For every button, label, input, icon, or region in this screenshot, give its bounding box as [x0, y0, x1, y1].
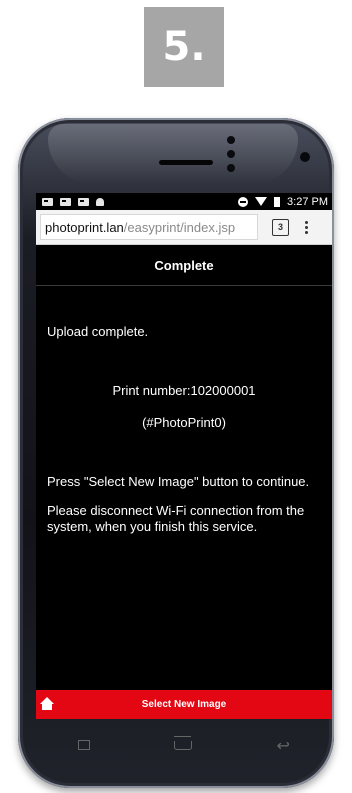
home-icon[interactable]: [40, 697, 55, 712]
status-time: 3:27 PM: [287, 195, 328, 208]
phone-glare: [48, 124, 298, 184]
url-field[interactable]: photoprint.lan/easyprint/index.jsp: [40, 214, 258, 240]
system-icons: 3:27 PM: [238, 196, 328, 208]
phone-speaker: [159, 160, 213, 165]
recent-apps-icon[interactable]: [78, 740, 91, 750]
print-number-text: Print number:102000001: [112, 383, 256, 398]
notification-icon: [60, 197, 71, 206]
notification-icon: [42, 197, 53, 206]
battery-icon: [274, 196, 281, 207]
front-camera: [300, 152, 310, 162]
overflow-menu-icon[interactable]: [305, 220, 308, 234]
url-host: photoprint.lan: [45, 219, 124, 235]
android-nav-bar: ↩: [36, 719, 332, 771]
nav-home-icon[interactable]: [174, 740, 193, 750]
url-path: /easyprint/index.jsp: [123, 219, 236, 235]
step-number-badge: 5.: [144, 7, 224, 87]
android-icon: [96, 197, 104, 206]
phone-screen: 3:27 PM photoprint.lan/easyprint/index.j…: [36, 193, 332, 719]
select-new-image-button[interactable]: Select New Image: [36, 690, 332, 719]
light-sensor: [227, 150, 235, 158]
back-icon[interactable]: ↩: [276, 736, 289, 755]
continue-instruction-text: Press "Select New Image" button to conti…: [47, 474, 310, 489]
wifi-icon: [255, 197, 268, 206]
notification-icons: [42, 197, 104, 206]
print-tag-text: (#PhotoPrint0): [142, 415, 226, 430]
do-not-disturb-icon: [238, 196, 249, 207]
proximity-sensor: [227, 136, 235, 144]
browser-toolbar: photoprint.lan/easyprint/index.jsp 3: [36, 210, 332, 245]
status-bar: 3:27 PM: [36, 193, 332, 210]
disconnect-instruction-text: Please disconnect Wi-Fi connection from …: [47, 503, 305, 534]
notification-icon: [78, 197, 89, 206]
indicator-sensor: [227, 164, 235, 172]
upload-status-text: Upload complete.: [47, 324, 149, 339]
tab-switcher-icon[interactable]: 3: [272, 218, 289, 236]
page-title: Complete: [36, 245, 332, 286]
